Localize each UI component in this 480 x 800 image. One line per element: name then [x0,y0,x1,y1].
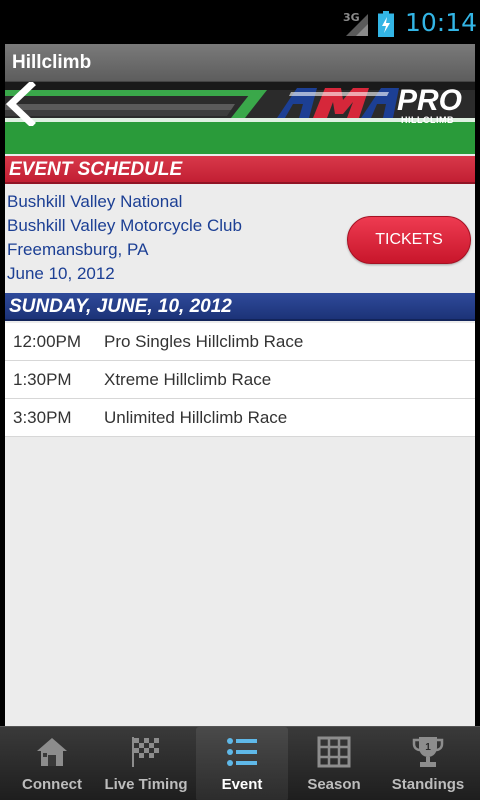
screen: 3G 10:14 Hillclimb PRO HILLCLIMB EVENT S… [0,0,480,800]
trophy-icon: 1 [412,737,444,767]
banner: PRO HILLCLIMB [5,82,475,154]
event-location: Freemansburg, PA [7,240,149,259]
checkered-flag-icon [132,737,159,767]
tab-label: Season [307,776,361,793]
tab-label: Live Timing [104,776,188,793]
status-bar: 3G 10:14 [0,0,480,44]
tickets-button[interactable]: TICKETS [347,216,471,264]
tab-live-timing[interactable]: Live Timing [100,727,192,800]
list-icon [227,738,257,766]
day-title: SUNDAY, JUNE, 10, 2012 [9,296,232,317]
logo-hillclimb-text: HILLCLIMB [401,115,454,125]
event-club: Bushkill Valley Motorcycle Club [7,216,242,235]
app-content: Hillclimb PRO HILLCLIMB EVENT SCHEDULE B… [5,44,475,726]
day-header: SUNDAY, JUNE, 10, 2012 [5,293,475,321]
list-item[interactable]: 12:00PM Pro Singles Hillclimb Race [5,323,475,361]
list-item[interactable]: 1:30PM Xtreme Hillclimb Race [5,361,475,399]
logo-pro-text: PRO [397,84,463,117]
bottom-tab-bar: Connect Live Timing Event Season 1 Stand… [0,726,480,800]
tab-label: Connect [22,776,82,793]
event-schedule-title: EVENT SCHEDULE [9,159,183,180]
tab-label: Event [221,776,263,793]
battery-charging-icon [378,11,394,37]
grid-icon [317,736,351,768]
event-schedule-header: EVENT SCHEDULE [5,156,475,184]
schedule-list: 12:00PM Pro Singles Hillclimb Race 1:30P… [5,323,475,437]
back-arrow-icon[interactable] [5,82,37,126]
house-icon [37,738,67,766]
title-bar: Hillclimb [5,44,475,82]
clock: 10:14 [405,8,478,37]
schedule-time: 3:30PM [13,408,72,427]
page-title: Hillclimb [12,52,92,73]
schedule-time: 12:00PM [13,332,82,351]
schedule-time: 1:30PM [13,370,72,389]
list-item[interactable]: 3:30PM Unlimited Hillclimb Race [5,399,475,437]
tab-event[interactable]: Event [196,727,288,800]
schedule-event: Pro Singles Hillclimb Race [104,332,304,351]
schedule-event: Unlimited Hillclimb Race [104,408,288,427]
ama-logo [277,88,399,118]
event-date: June 10, 2012 [7,264,115,283]
signal-icon [346,14,368,36]
tab-connect[interactable]: Connect [6,727,98,800]
tab-season[interactable]: Season [288,727,380,800]
tab-label: Standings [391,776,465,793]
svg-text:1: 1 [425,742,431,753]
tab-standings[interactable]: 1 Standings [382,727,474,800]
event-name: Bushkill Valley National [7,192,183,211]
schedule-event: Xtreme Hillclimb Race [104,370,272,389]
